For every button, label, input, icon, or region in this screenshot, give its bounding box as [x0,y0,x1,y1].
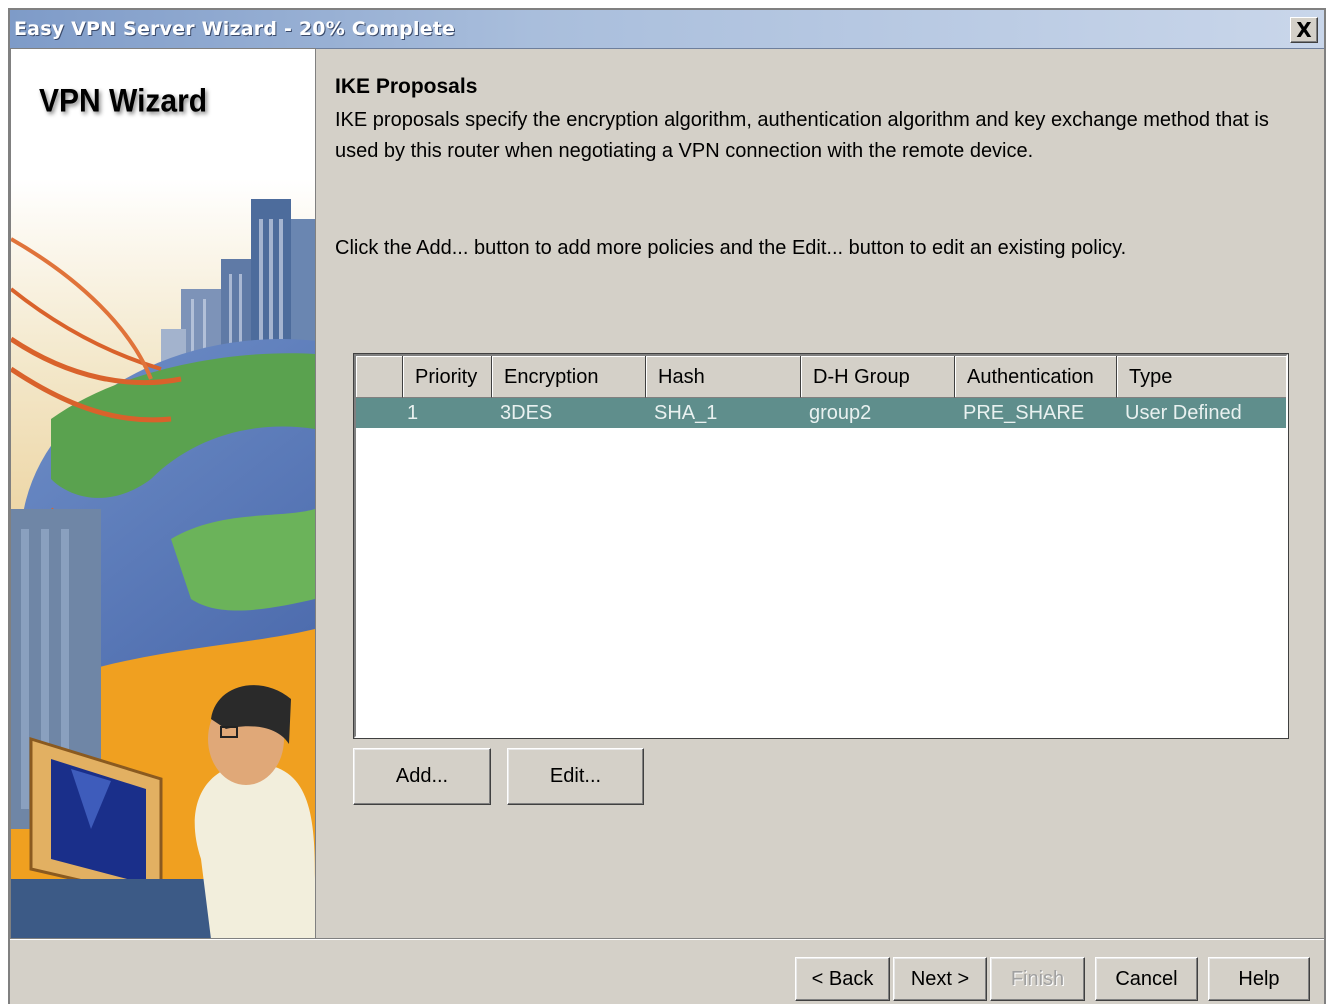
cell-encryption: 3DES [500,402,553,424]
column-header-dh-group[interactable]: D-H Group [801,356,955,398]
help-button[interactable]: Help [1208,957,1310,1001]
column-header-hash[interactable]: Hash [646,356,801,398]
cell-type: User Defined [1125,402,1242,424]
column-header-authentication[interactable]: Authentication [955,356,1117,398]
content-area: IKE Proposals IKE proposals specify the … [335,75,1295,259]
column-header-marker[interactable] [356,356,403,398]
cell-hash: SHA_1 [654,402,718,424]
next-button[interactable]: Next > [893,957,987,1001]
column-header-type[interactable]: Type [1117,356,1286,398]
wizard-side-panel: VPN Wizard [10,48,316,940]
edit-button[interactable]: Edit... [507,748,644,805]
add-button[interactable]: Add... [353,748,491,805]
page-description: IKE proposals specify the encryption alg… [335,109,1269,162]
cell-dh-group: group2 [809,402,872,424]
vpn-wizard-illustration [11,179,315,939]
cancel-button[interactable]: Cancel [1095,957,1198,1001]
page-heading: IKE Proposals [335,75,478,98]
close-icon: X [1296,18,1312,42]
cell-priority: 1 [407,402,419,424]
table-header: Priority Encryption Hash D-H Group Authe… [356,356,1286,398]
back-button[interactable]: < Back [795,957,890,1001]
title-bar[interactable]: Easy VPN Server Wizard - 20% Complete X [10,10,1324,49]
cell-authentication: PRE_SHARE [963,402,1085,424]
ike-proposals-table[interactable]: Priority Encryption Hash D-H Group Authe… [353,353,1289,739]
finish-button: Finish [990,957,1085,1001]
cell-marker [356,398,403,428]
window-title: Easy VPN Server Wizard - 20% Complete [14,18,456,40]
instruction-text: Click the Add... button to add more poli… [335,237,1127,259]
close-button[interactable]: X [1290,17,1318,43]
table-row[interactable]: 1 3DES SHA_1 group2 PRE_SHARE User Defin… [356,398,1286,428]
footer-divider [10,938,1324,940]
side-panel-title: VPN Wizard [39,83,208,120]
column-header-priority[interactable]: Priority [403,356,492,398]
column-header-encryption[interactable]: Encryption [492,356,646,398]
